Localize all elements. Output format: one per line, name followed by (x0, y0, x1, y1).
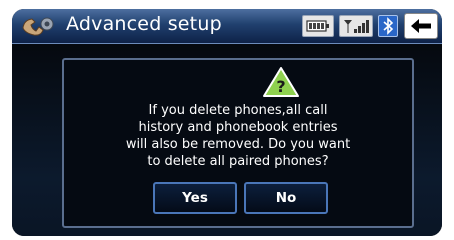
message-line: will also be removed. Do you want (125, 137, 351, 152)
signal-icon (339, 15, 373, 37)
back-arrow-icon (411, 19, 431, 33)
bluetooth-icon (378, 15, 398, 37)
message-line: If you delete phones,all call (148, 103, 328, 118)
no-button[interactable]: No (244, 182, 328, 214)
phone-setup-icon (22, 17, 54, 36)
battery-icon (302, 15, 334, 37)
svg-text:?: ? (276, 77, 285, 96)
page-title: Advanced setup (66, 13, 222, 35)
back-button[interactable] (404, 13, 438, 39)
message-line: history and phonebook entries (138, 120, 338, 135)
screen: Advanced setup ? If you delete phones,al… (12, 9, 442, 236)
header-bar: Advanced setup (12, 9, 442, 44)
confirm-dialog: ? If you delete phones,all call history … (62, 58, 414, 228)
yes-button[interactable]: Yes (153, 182, 237, 214)
message-line: to delete all paired phones? (147, 154, 329, 169)
dialog-message: If you delete phones,all call history an… (64, 102, 412, 170)
warning-icon: ? (263, 67, 299, 97)
